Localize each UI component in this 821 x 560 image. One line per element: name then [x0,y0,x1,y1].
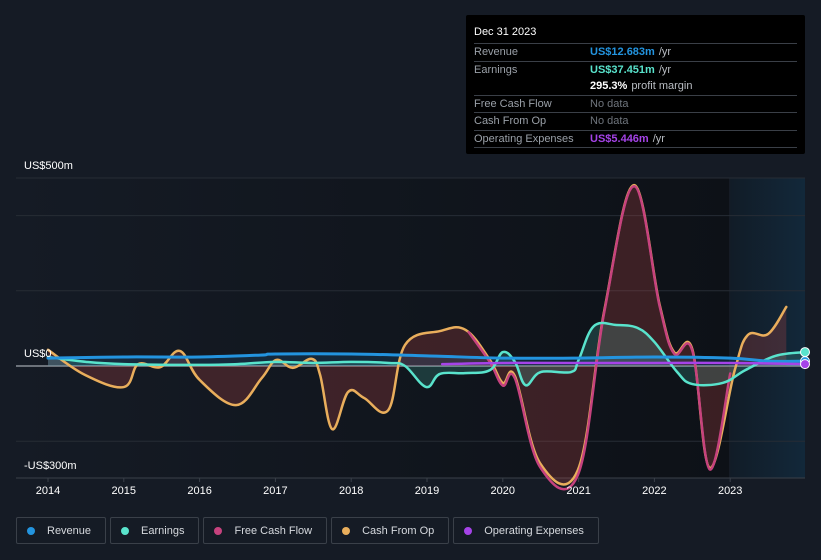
revenue-dot-icon [27,526,35,535]
tooltip-value: No data [590,97,629,110]
legend-item-free-cash-flow[interactable]: Free Cash Flow [203,517,328,544]
legend-label: Operating Expenses [484,524,584,537]
x-tick-label: 2014 [35,485,61,497]
legend-item-revenue[interactable]: Revenue [16,517,107,544]
tooltip-unit: /yr [658,63,672,76]
tooltip-row-earnings: Earnings US$37.451m /yr [474,62,797,79]
x-tick-label: 2017 [263,485,288,497]
y-tick-label-bottom: -US$300m [24,460,77,472]
tooltip-value: US$37.451m [590,63,655,76]
operating-expenses-end-marker [800,359,810,370]
y-tick-label-zero: US$0 [24,348,52,360]
legend-label: Earnings [141,524,185,537]
tooltip-label: Operating Expenses [474,132,574,145]
tooltip-row-revenue: Revenue US$12.683m /yr [474,44,797,62]
x-tick-label: 2016 [187,485,212,497]
tooltip-date: Dec 31 2023 [474,23,797,44]
tooltip-label: Free Cash Flow [474,97,552,110]
tooltip-label: Revenue [474,46,519,59]
x-tick-label: 2021 [566,485,591,497]
x-tick-label: 2022 [642,485,667,497]
legend-label: Cash From Op [362,524,435,537]
tooltip-unit: profit margin [631,80,693,93]
legend-item-operating-expenses[interactable]: Operating Expenses [453,517,599,544]
x-tick-label: 2018 [338,485,364,497]
operating-expenses-dot-icon [464,526,473,535]
x-tick-label: 2023 [717,485,743,497]
earnings-dot-icon [121,526,130,535]
cash-from-op-dot-icon [342,526,351,535]
legend-item-earnings[interactable]: Earnings [110,517,200,544]
operating-expenses-line [440,361,808,366]
chart-legend: Revenue Earnings Free Cash Flow Cash Fro… [16,517,599,544]
x-tick-label: 2020 [490,485,516,497]
tooltip-row-operating-expenses: Operating Expenses US$5.446m /yr [474,131,797,148]
legend-label: Free Cash Flow [234,524,313,537]
tooltip-row-free-cash-flow: Free Cash Flow No data [474,96,797,113]
tooltip-value: 295.3% [590,80,628,93]
tooltip-panel: Dec 31 2023 Revenue US$12.683m /yr Earni… [466,15,805,154]
tooltip-label: Cash From Op [474,115,547,128]
y-tick-label-top: US$500m [24,160,73,172]
tooltip-row-profit-margin: 295.3% profit margin [474,78,797,96]
x-tick-label: 2015 [111,485,137,497]
tooltip-unit: /yr [652,132,665,145]
free-cash-flow-dot-icon [214,526,223,535]
tooltip-value: No data [590,115,629,128]
tooltip-label: Earnings [474,63,518,76]
tooltip-value: US$12.683m [590,46,655,59]
legend-item-cash-from-op[interactable]: Cash From Op [331,517,450,544]
legend-label: Revenue [47,524,92,537]
earnings-end-marker [800,347,810,358]
tooltip-value: US$5.446m [590,132,649,145]
tooltip-unit: /yr [658,46,672,59]
x-tick-label: 2019 [414,485,440,497]
tooltip-row-cash-from-op: Cash From Op No data [474,113,797,131]
forecast-region [730,178,805,478]
